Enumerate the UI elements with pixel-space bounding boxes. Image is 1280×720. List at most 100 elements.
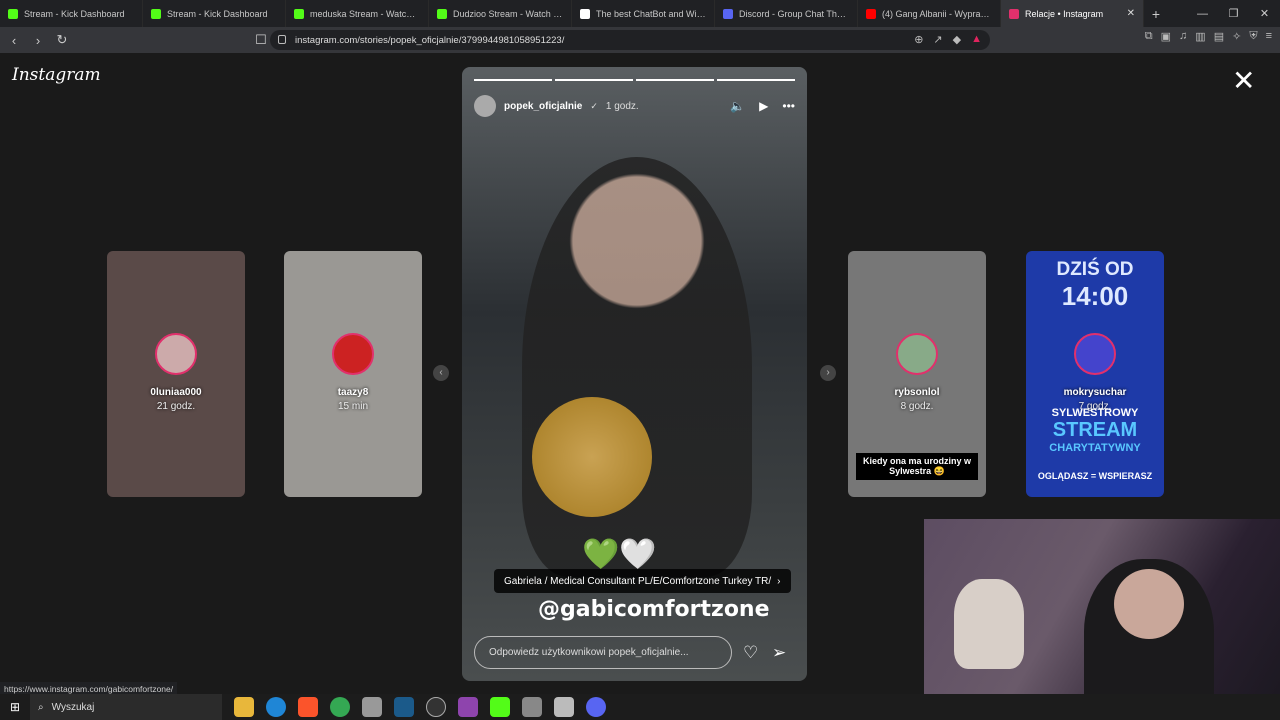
next-story-icon[interactable]: › bbox=[820, 365, 836, 381]
tab-favicon-icon bbox=[294, 8, 304, 19]
story-preview[interactable]: taazy8 15 min bbox=[284, 251, 422, 497]
promo-line: DZIŚ OD bbox=[1056, 259, 1134, 280]
discord-icon[interactable] bbox=[586, 697, 606, 717]
send-icon[interactable]: ➢ bbox=[772, 643, 786, 663]
windows-start-icon[interactable]: ⊞ bbox=[0, 700, 30, 714]
story-username[interactable]: popek_oficjalnie bbox=[504, 101, 582, 112]
webcam-overlay bbox=[924, 519, 1280, 720]
avatar bbox=[896, 333, 938, 375]
browser-tab[interactable]: meduska Stream - Watch Live bbox=[286, 0, 429, 27]
close-window-icon[interactable]: ✕ bbox=[1249, 7, 1280, 20]
instagram-logo[interactable]: Instagram bbox=[12, 65, 101, 85]
tab-favicon-icon bbox=[151, 8, 161, 19]
avatar[interactable] bbox=[474, 95, 496, 117]
tab-title: (4) Gang Albanii - Wyprawa do bbox=[882, 8, 992, 19]
obs-icon[interactable] bbox=[426, 697, 446, 717]
url-text: instagram.com/stories/popek_oficjalnie/3… bbox=[295, 34, 565, 46]
browser-tab[interactable]: The best ChatBot and Widgets bbox=[572, 0, 715, 27]
window-controls: — ❐ ✕ bbox=[1187, 0, 1280, 27]
story-time: 1 godz. bbox=[605, 100, 639, 112]
reply-input[interactable]: Odpowiedz użytkownikowi popek_oficjalnie… bbox=[474, 636, 732, 669]
app-icon[interactable] bbox=[362, 697, 382, 717]
tab-title: Dudzioo Stream - Watch Live bbox=[453, 8, 563, 19]
verified-icon: ✓ bbox=[590, 100, 598, 111]
preview-username: taazy8 bbox=[337, 387, 369, 398]
avatar bbox=[155, 333, 197, 375]
tab-favicon-icon bbox=[723, 8, 733, 19]
browser-tab[interactable]: Discord - Group Chat That's All bbox=[715, 0, 858, 27]
person-left bbox=[954, 579, 1024, 669]
story-preview[interactable]: DZIŚ OD 14:00 mokrysuchar 7 godz. SYLWES… bbox=[1026, 251, 1164, 497]
tab-title: Relacje • Instagram bbox=[1025, 8, 1104, 19]
reload-icon[interactable]: ↻ bbox=[52, 32, 72, 48]
site-info-icon[interactable] bbox=[278, 35, 286, 44]
tab-bar: Stream - Kick Dashboard Stream - Kick Das… bbox=[0, 0, 1280, 27]
brave-rewards-icon[interactable]: ▲ bbox=[971, 33, 982, 46]
browser-tab[interactable]: (4) Gang Albanii - Wyprawa do bbox=[858, 0, 1001, 27]
sidebar-icon[interactable]: ▥ bbox=[1195, 30, 1205, 43]
story-preview[interactable]: 0luniaa000 21 godz. bbox=[107, 251, 245, 497]
back-icon[interactable]: ‹ bbox=[4, 33, 24, 48]
app-icon[interactable] bbox=[458, 697, 478, 717]
mention-handle[interactable]: @gabicomfortzone bbox=[538, 597, 770, 622]
vpn-icon[interactable]: ⛨ bbox=[1249, 30, 1257, 43]
music-icon[interactable]: ♫ bbox=[1179, 30, 1187, 43]
promo-line: 14:00 bbox=[1061, 281, 1129, 311]
leo-icon[interactable]: ✧ bbox=[1232, 30, 1241, 43]
zoom-icon[interactable]: ⊕ bbox=[914, 33, 923, 46]
browser-tab[interactable]: Dudzioo Stream - Watch Live bbox=[429, 0, 572, 27]
taskbar: ⊞ ⌕ Wyszukaj bbox=[0, 694, 1280, 720]
close-icon[interactable]: ✕ bbox=[1232, 67, 1255, 95]
tab-title: meduska Stream - Watch Live bbox=[310, 8, 420, 19]
file-explorer-icon[interactable] bbox=[234, 697, 254, 717]
minimize-icon[interactable]: — bbox=[1187, 8, 1218, 20]
story-header: popek_oficjalnie ✓ 1 godz. 🔈 ▶ ••• bbox=[474, 95, 795, 117]
shirt-graphic bbox=[532, 397, 652, 517]
edge-icon[interactable] bbox=[266, 697, 286, 717]
app-icon[interactable] bbox=[522, 697, 542, 717]
forward-icon[interactable]: › bbox=[28, 33, 48, 48]
play-icon[interactable]: ▶ bbox=[759, 99, 768, 113]
kick-icon[interactable] bbox=[490, 697, 510, 717]
mention-tag[interactable]: Gabriela / Medical Consultant PL/E/Comfo… bbox=[494, 569, 791, 593]
preview-username: 0luniaa000 bbox=[150, 387, 202, 398]
preview-time: 15 min bbox=[337, 401, 368, 412]
steam-icon[interactable] bbox=[394, 697, 414, 717]
preview-time: 8 godz. bbox=[900, 401, 934, 412]
mention-tag-text: Gabriela / Medical Consultant PL/E/Comfo… bbox=[504, 575, 772, 587]
wallet2-icon[interactable]: ▤ bbox=[1214, 30, 1224, 43]
more-options-icon[interactable]: ••• bbox=[782, 99, 795, 113]
previous-story-icon[interactable]: ‹ bbox=[433, 365, 449, 381]
browser-tab[interactable]: Stream - Kick Dashboard bbox=[0, 0, 143, 27]
mute-icon[interactable]: 🔈 bbox=[730, 99, 745, 113]
tab-title: Stream - Kick Dashboard bbox=[167, 8, 268, 19]
restore-icon[interactable]: ❐ bbox=[1218, 7, 1249, 20]
browser-tab[interactable]: Relacje • Instagram ✕ bbox=[1001, 0, 1144, 27]
preview-time: 21 godz. bbox=[156, 401, 196, 412]
url-field[interactable]: instagram.com/stories/popek_oficjalnie/3… bbox=[270, 30, 990, 50]
address-bar: ‹ › ↻ ☐ instagram.com/stories/popek_ofic… bbox=[0, 27, 1280, 53]
wallet-icon[interactable]: ▣ bbox=[1161, 30, 1171, 43]
taskbar-search[interactable]: ⌕ Wyszukaj bbox=[30, 694, 222, 720]
menu-icon[interactable]: ≡ bbox=[1266, 30, 1272, 43]
tab-favicon-icon bbox=[580, 8, 590, 19]
search-icon: ⌕ bbox=[38, 701, 44, 713]
heart-icon[interactable]: ♡ bbox=[743, 643, 758, 663]
tab-title: The best ChatBot and Widgets bbox=[596, 8, 706, 19]
brave-shield-icon[interactable]: ◆ bbox=[953, 33, 961, 46]
browser-tab[interactable]: Stream - Kick Dashboard bbox=[143, 0, 286, 27]
preview-username: mokrysuchar bbox=[1063, 387, 1127, 398]
extensions-bar: ⧉ ▣ ♫ ▥ ▤ ✧ ⛨ ≡ bbox=[1145, 30, 1272, 43]
promo-line: STREAM bbox=[1052, 419, 1138, 441]
extension-icon[interactable]: ⧉ bbox=[1145, 30, 1153, 43]
preview-caption: Kiedy ona ma urodziny w Sylwestra 😆 bbox=[856, 453, 978, 480]
app-icon[interactable] bbox=[554, 697, 574, 717]
story-preview[interactable]: rybsonlol 8 godz. Kiedy ona ma urodziny … bbox=[848, 251, 986, 497]
share-icon[interactable]: ↗ bbox=[933, 33, 942, 46]
bookmark-icon[interactable]: ☐ bbox=[251, 32, 271, 48]
promo-line: SYLWESTROWY bbox=[1051, 407, 1139, 419]
chrome-icon[interactable] bbox=[330, 697, 350, 717]
brave-icon[interactable] bbox=[298, 697, 318, 717]
new-tab-button[interactable]: + bbox=[1144, 6, 1168, 22]
close-tab-icon[interactable]: ✕ bbox=[1127, 8, 1135, 19]
